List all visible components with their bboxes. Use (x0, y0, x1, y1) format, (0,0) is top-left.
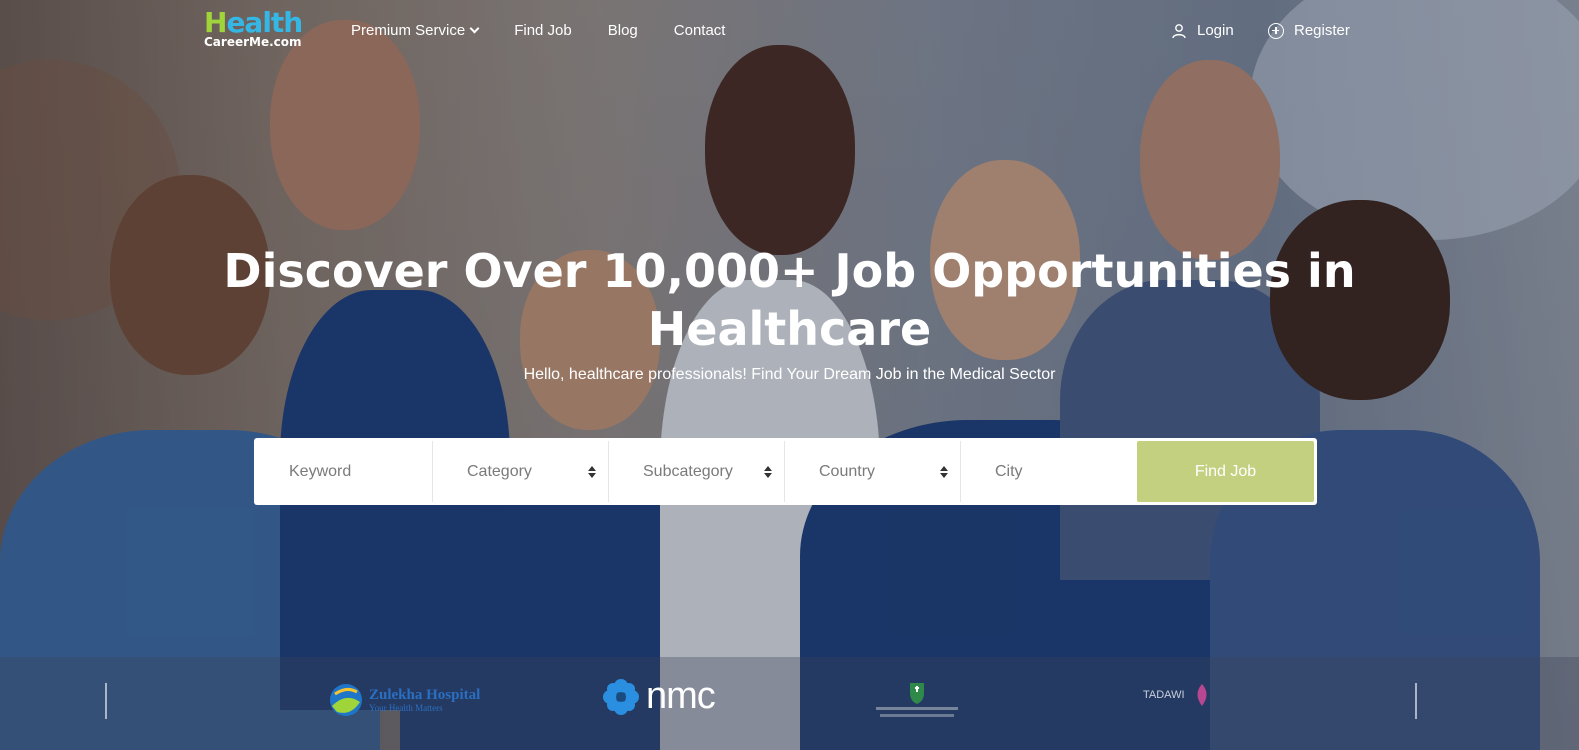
nav-label: Contact (673, 22, 726, 39)
subcategory-select[interactable]: Subcategory (609, 441, 785, 502)
partner-logo-zulekha[interactable]: Zulekha Hospital Your Health Matters (329, 682, 480, 718)
site-logo[interactable]: Health CareerMe.com (204, 6, 303, 49)
nav-label: Premium Service (351, 22, 466, 39)
plus-circle-icon (1268, 22, 1284, 39)
chevron-down-icon (469, 23, 480, 34)
lotus-icon (1197, 684, 1207, 706)
partner-logo-nmc[interactable]: nmc (602, 675, 716, 718)
headline-line-1: Discover Over 10,000+ Job Opportunities … (223, 244, 1356, 298)
city-placeholder: City (995, 462, 1023, 480)
zulekha-emblem-icon (330, 684, 362, 716)
register-link[interactable]: Register (1268, 22, 1350, 39)
headline-line-2: Healthcare (647, 302, 932, 356)
keyword-placeholder: Keyword (289, 462, 352, 480)
user-icon (1172, 23, 1186, 38)
nav-contact[interactable]: Contact (674, 22, 726, 39)
select-arrows-icon (588, 465, 596, 478)
nav-label: Blog (607, 22, 638, 39)
find-job-button[interactable]: Find Job (1137, 441, 1314, 502)
city-input[interactable]: City (961, 441, 1137, 502)
partner-logo-american-hospital[interactable] (874, 681, 960, 721)
nmc-wordmark: nmc (646, 675, 716, 717)
rehab-logo-mark (1415, 683, 1465, 719)
partner-logo-rehab-right[interactable] (1415, 683, 1465, 719)
nav-blog[interactable]: Blog (608, 22, 638, 39)
country-select[interactable]: Country (785, 441, 961, 502)
zulekha-tagline: Your Health Matters (369, 703, 443, 713)
partner-logos-strip: Zulekha Hospital Your Health Matters nmc… (0, 657, 1579, 750)
nav-label: Find Job (514, 22, 572, 39)
nav-premium-service[interactable]: Premium Service (351, 22, 480, 39)
find-job-label: Find Job (1194, 462, 1257, 480)
select-arrows-icon (764, 465, 772, 478)
rehab-logo-mark (105, 683, 155, 719)
main-nav: Premium Service Find Job Blog Contact (351, 22, 725, 39)
logo-wordmark: Health (204, 6, 303, 39)
tadawi-wordmark: TADAWI (1143, 689, 1185, 701)
partner-logo-tadawi[interactable]: TADAWI (1143, 682, 1213, 708)
hero-headline: Discover Over 10,000+ Job Opportunities … (0, 242, 1579, 358)
keyword-input[interactable]: Keyword (257, 441, 433, 502)
job-search-bar: Keyword Category Subcategory Country Cit… (254, 438, 1317, 505)
hero-subheadline: Hello, healthcare professionals! Find Yo… (523, 366, 1056, 383)
partner-logo-rehab-left[interactable] (105, 683, 155, 719)
subcategory-value: Subcategory (643, 462, 733, 480)
shield-icon (876, 683, 958, 717)
category-value: Category (467, 462, 532, 480)
login-label: Login (1197, 22, 1234, 39)
category-select[interactable]: Category (433, 441, 609, 502)
logo-subtext: CareerMe.com (204, 35, 302, 49)
login-link[interactable]: Login (1171, 22, 1234, 39)
nav-find-job[interactable]: Find Job (514, 22, 572, 39)
nmc-flower-icon (603, 678, 639, 715)
register-label: Register (1294, 22, 1350, 39)
select-arrows-icon (940, 465, 948, 478)
country-value: Country (819, 462, 876, 480)
zulekha-name: Zulekha Hospital (369, 687, 481, 703)
